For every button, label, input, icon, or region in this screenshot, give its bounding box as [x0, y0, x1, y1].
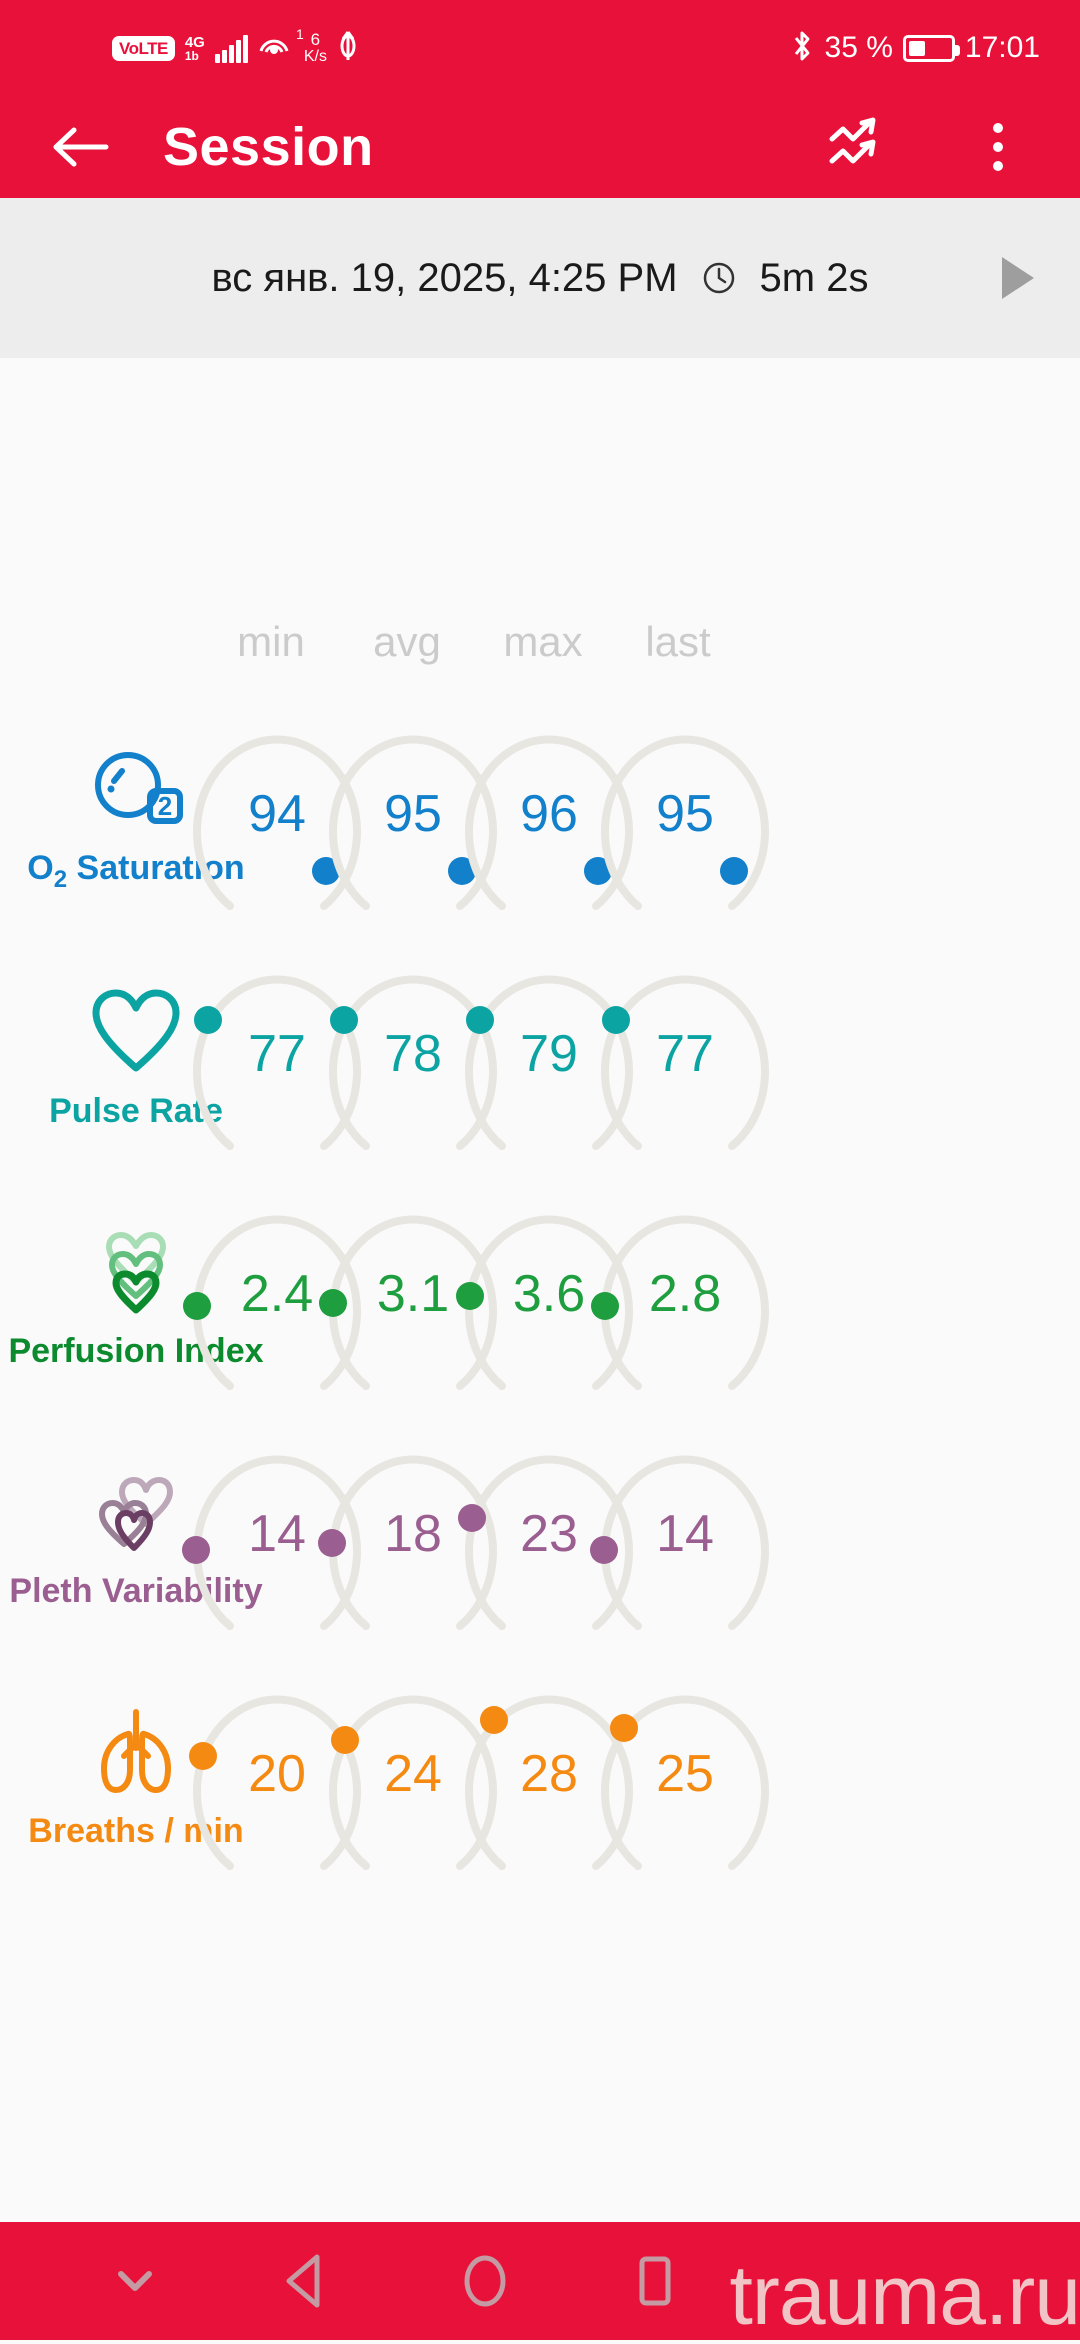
- page-title: Session: [163, 117, 374, 177]
- metric-row-pulse-rate[interactable]: Pulse Rate 77 78 79 77: [0, 938, 1080, 1170]
- data-transfer-icon: 6 K/s: [303, 29, 327, 66]
- triple-heart-icon: [84, 1218, 188, 1326]
- signal-bars-icon: [214, 33, 248, 63]
- gauge-breaths-last: 25: [584, 1668, 786, 1880]
- volte-icon: VoLTE: [112, 35, 175, 61]
- watermark-label: trauma.ru: [729, 2248, 1080, 2342]
- gauge-pleth-last: 14: [584, 1428, 786, 1640]
- network-sub-label: 1b: [184, 48, 199, 63]
- status-bar-clock: 17:01: [964, 31, 1040, 64]
- system-navigation-bar: trauma.ru: [0, 2222, 1080, 2342]
- metric-row-pleth-variability[interactable]: Pleth Variability 14 18 23 14: [0, 1418, 1080, 1650]
- status-bar-right-icons: 35 % 17:01: [789, 0, 1040, 96]
- session-duration-label: 5m 2s: [759, 255, 869, 300]
- battery-icon: [902, 34, 960, 62]
- heart-outline-icon: [86, 978, 186, 1086]
- trend-chart-button[interactable]: [820, 109, 896, 185]
- session-date-bar[interactable]: вс янв. 19, 2025, 4:25 PM 5m 2s: [0, 198, 1080, 358]
- gauge-perfusion-last: 2.8: [584, 1188, 786, 1400]
- pleth-hearts-icon: [84, 1458, 188, 1566]
- system-home-button[interactable]: [420, 2222, 550, 2340]
- more-vertical-icon: [993, 123, 1003, 133]
- play-icon: [1002, 257, 1034, 299]
- network-type-label: 4G 1b: [185, 35, 205, 62]
- hide-navbar-button[interactable]: [70, 2222, 200, 2340]
- circle-home-icon: [464, 2255, 506, 2307]
- chevron-down-icon: [118, 2271, 152, 2291]
- hotspot-icon: 1: [258, 26, 304, 67]
- metric-row-o2-saturation[interactable]: 2 O2 Saturation 94 95 96 95: [0, 698, 1080, 930]
- oxygen-molecule-icon: 2: [84, 735, 188, 843]
- gauge-value: 2.8: [648, 1265, 722, 1323]
- overflow-menu-button[interactable]: [960, 109, 1036, 185]
- gauge-group-pleth-variability: 14 18 23 14: [176, 1418, 1080, 1650]
- app-bar: Session: [0, 96, 1080, 198]
- column-headers: min avg max last: [0, 618, 1080, 678]
- metric-row-breaths-per-min[interactable]: Breaths / min 20 24 28 25: [0, 1658, 1080, 1890]
- usb-icon: [337, 29, 359, 68]
- gauge-value: 14: [656, 1505, 714, 1563]
- battery-percent-label: 35 %: [824, 31, 893, 64]
- back-button[interactable]: [46, 113, 114, 181]
- play-session-button[interactable]: [990, 250, 1046, 306]
- gauge-o2-last: 95: [584, 708, 786, 920]
- metric-row-perfusion-index[interactable]: Perfusion Index 2.4 3.1 3.6 2.8: [0, 1178, 1080, 1410]
- square-recents-icon: [639, 2256, 671, 2306]
- network-gen-label: 4G: [184, 33, 205, 51]
- session-date-label: вс янв. 19, 2025, 4:25 PM: [211, 255, 678, 300]
- lungs-icon: [84, 1698, 188, 1806]
- arrow-left-icon: [53, 127, 109, 167]
- trending-up-icon: [829, 117, 876, 164]
- gauge-group-perfusion-index: 2.4 3.1 3.6 2.8: [176, 1178, 1080, 1410]
- svg-text:2: 2: [158, 791, 172, 821]
- system-recents-button[interactable]: [590, 2222, 720, 2340]
- gauge-group-breaths-per-min: 20 24 28 25: [176, 1658, 1080, 1890]
- data-rate-unit: K/s: [303, 47, 327, 65]
- gauge-value: 77: [656, 1025, 714, 1083]
- gauge-group-pulse-rate: 77 78 79 77: [176, 938, 1080, 1170]
- column-header-last: last: [645, 618, 711, 665]
- gauge-value: 25: [656, 1745, 714, 1803]
- bluetooth-icon: [789, 28, 815, 69]
- gauge-value: 95: [656, 785, 714, 843]
- gauge-pulse-last: 77: [584, 948, 786, 1160]
- data-rate-value: 6: [310, 29, 321, 49]
- triangle-back-icon: [286, 2254, 320, 2308]
- status-bar: VoLTE 4G 1b 1 6 K/s 35 % 17:01: [0, 0, 1080, 96]
- status-bar-left-icons: VoLTE 4G 1b 1 6 K/s: [112, 0, 359, 96]
- hotspot-count-badge: 1: [296, 25, 304, 42]
- gauge-group-o2-saturation: 94 95 96 95: [176, 698, 1080, 930]
- system-back-button[interactable]: [240, 2222, 370, 2340]
- session-metrics-panel: min avg max last 2 O2 Saturation 94 95 9…: [0, 358, 1080, 2222]
- clock-icon: [700, 259, 738, 297]
